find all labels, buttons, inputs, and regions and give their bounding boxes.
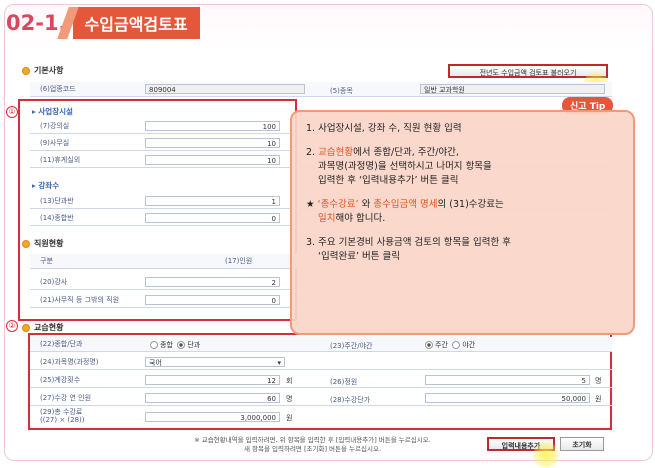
tip-star: ★ ‘총수강료’ 와 총수입금액 명세의 (31)수강료는 일치해야 합니다. [306,199,504,224]
tip-item-2: 2. 교습현황에서 종합/단과, 주간/야간, 과목명(과정명)을 선택하시고 … [306,147,492,186]
reset-button[interactable]: 초기화 [560,437,604,451]
tip-item-3: 3. 주요 기본경비 사용금액 검토의 항목을 입력한 후 ‘입력완료’ 버튼 … [306,237,512,262]
section-title: 수입금액검토표 [72,7,200,39]
basic-heading: 기본사항 [22,65,63,76]
tip-item-1: 1. 사업장시설, 강좌 수, 직원 현황 입력 [306,123,462,134]
sessions-input[interactable]: 12 [145,375,280,385]
unit-price-input[interactable]: 50,000 [425,393,590,403]
tuition-heading: 교습현황 [22,322,63,333]
capacity-input[interactable]: 5 [425,375,590,385]
type-field[interactable]: 일반 교과학원 [420,84,605,94]
table-row: (24)과목명(과정명) [30,355,612,370]
facilities-heading: ▸ 사업장시설 [32,107,73,116]
lecture-room-input[interactable]: 100 [145,121,280,131]
staff-heading: 직원현황 [22,238,63,249]
instructor-count-input[interactable]: 2 [145,277,280,287]
marker-one: ① [6,106,18,118]
bullet-icon [22,66,30,75]
bullet-icon [22,323,30,332]
day-night-radio-group[interactable]: 주간 야간 [425,340,475,350]
general-class-input[interactable]: 0 [145,213,280,223]
footer-note: ※ 교습현황내역을 입력하려면, 위 항목을 입력한 후 [입력내용추가] 버튼… [194,436,431,453]
annual-students-input[interactable]: 60 [145,393,280,403]
radio-day[interactable] [425,341,433,349]
section-number: 02-1. [6,11,67,35]
office-input[interactable]: 10 [145,138,280,148]
bullet-icon [22,239,30,248]
marker-two: ② [6,320,18,332]
total-label: (29)총 수강료 ((27) × (28)) [40,408,85,424]
load-previous-button[interactable]: 전년도 수입금액 검토표 불러오기 [448,64,608,78]
subject-select[interactable]: 국어 ▾ [145,357,285,367]
industry-code-field[interactable]: 809004 [145,84,305,94]
radio-single[interactable] [177,341,186,349]
click-highlight-icon [533,442,559,468]
single-class-input[interactable]: 1 [145,196,280,206]
page-title: 02-1. 수입금액검토표 [6,7,200,39]
lounge-input[interactable]: 10 [145,155,280,165]
general-single-radio-group[interactable]: 종합 단과 [150,340,200,350]
classes-heading: ▸ 강좌수 [32,181,60,190]
chevron-down-icon: ▾ [277,359,281,367]
radio-general[interactable] [150,341,158,349]
office-staff-count-input[interactable]: 0 [145,295,280,305]
radio-night[interactable] [452,341,461,349]
total-tuition-field[interactable]: 3,000,000 [145,412,280,422]
tip-box: 1. 사업장시설, 강좌 수, 직원 현황 입력 2. 교습현황에서 종합/단과… [290,110,635,335]
